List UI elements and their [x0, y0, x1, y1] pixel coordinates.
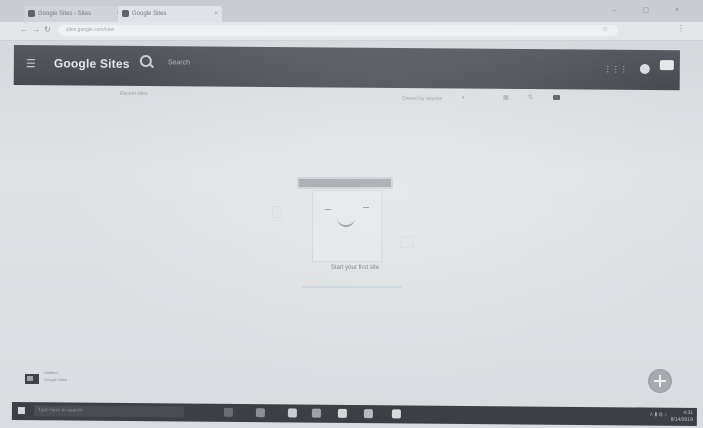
browser-toolbar: ← → ↻ sites.google.com/new ☆ ⋮ [0, 22, 703, 41]
clock-date: 8/14/2019 [670, 416, 693, 423]
illustration-mark [325, 209, 331, 210]
taskbar-search-input[interactable]: Type here to search [33, 405, 184, 418]
close-icon[interactable]: × [214, 6, 218, 22]
forward-arrow-icon[interactable]: → [32, 25, 40, 34]
windows-start-icon[interactable] [17, 407, 25, 415]
chevron-down-icon[interactable]: ▾ [462, 95, 465, 101]
empty-state-message: Start your first site [330, 265, 380, 271]
site-thumbnail[interactable] [25, 374, 39, 384]
window-controls[interactable]: – ▢ × [613, 6, 691, 14]
task-view-icon[interactable] [223, 407, 233, 417]
search-input[interactable]: Search [168, 59, 190, 66]
illustration-toolbar [297, 177, 393, 189]
illustration-mark [363, 207, 369, 208]
app-title: Google Sites [53, 56, 130, 71]
apps-grid-icon[interactable]: ⋮⋮⋮ [604, 65, 628, 74]
grid-view-icon[interactable]: ▦ [503, 94, 509, 101]
site-name[interactable]: Untitled [44, 370, 58, 375]
bookmark-star-icon[interactable]: ☆ [602, 25, 608, 33]
app-header: ☰ Google Sites Search ⋮⋮⋮ [13, 45, 680, 91]
list-subheader: Recent sites Owned by anyone ▾ ▦ ⇅ [0, 88, 703, 104]
site-meta: Google Sites [44, 377, 67, 382]
chrome-icon[interactable] [363, 409, 373, 419]
create-site-button[interactable] [648, 369, 672, 393]
back-arrow-icon[interactable]: ← [20, 25, 28, 34]
empty-state-link[interactable] [302, 286, 402, 288]
recent-sites-label: Recent sites [120, 91, 148, 97]
notification-badge[interactable] [659, 60, 674, 71]
sites-favicon-icon [28, 10, 35, 17]
browser-menu-icon[interactable]: ⋮ [677, 24, 685, 33]
sites-favicon-icon [122, 10, 129, 17]
search-icon[interactable] [139, 54, 152, 68]
system-tray[interactable]: ∧ ▮ ◍ ♪ [649, 412, 667, 418]
folder-icon[interactable] [553, 95, 560, 100]
owner-filter-dropdown[interactable]: Owned by anyone [402, 96, 442, 102]
illustration-decoration [400, 236, 414, 248]
smile-icon [337, 215, 355, 227]
file-explorer-icon[interactable] [287, 408, 297, 418]
address-bar[interactable]: sites.google.com/new [58, 25, 618, 36]
illustration-card [312, 190, 382, 262]
edge-icon[interactable] [255, 408, 265, 418]
sort-icon[interactable]: ⇅ [528, 94, 533, 101]
os-taskbar: Type here to search ∧ ▮ ◍ ♪ 4:31 8/14/20… [11, 402, 697, 426]
app-icon[interactable] [391, 409, 401, 419]
browser-tab[interactable]: Google Sites - Sites × [24, 6, 124, 22]
mail-icon[interactable] [337, 408, 347, 418]
tab-label: Google Sites [132, 11, 167, 17]
account-avatar-icon[interactable] [639, 63, 650, 74]
reload-icon[interactable]: ↻ [44, 25, 51, 34]
illustration-decoration [272, 206, 282, 218]
tab-label: Google Sites - Sites [38, 11, 92, 17]
screen: Google Sites - Sites × Google Sites × – … [0, 0, 703, 428]
clock[interactable]: 4:31 8/14/2019 [671, 410, 693, 424]
browser-tab-strip: Google Sites - Sites × Google Sites × – … [0, 0, 703, 22]
browser-tab-active[interactable]: Google Sites × [118, 6, 222, 22]
store-icon[interactable] [311, 408, 321, 418]
hamburger-menu-icon[interactable]: ☰ [26, 57, 36, 70]
empty-state: Start your first site [272, 170, 430, 300]
